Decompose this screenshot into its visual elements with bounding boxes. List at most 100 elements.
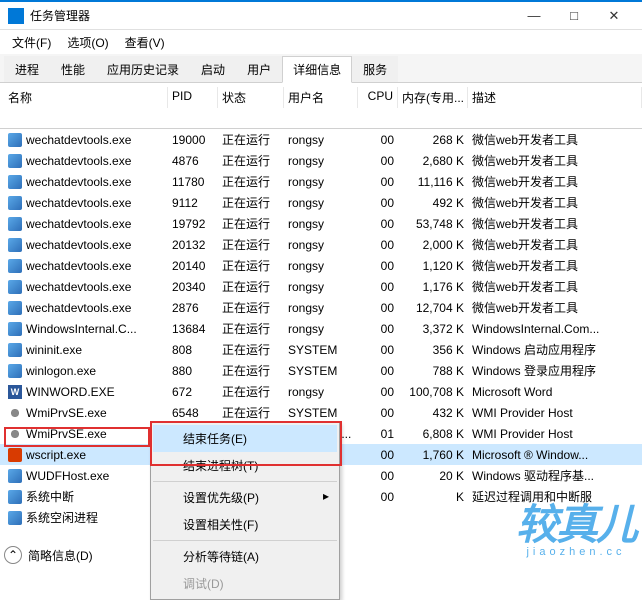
expand-icon[interactable]: ⌃: [4, 546, 22, 564]
process-name: winlogon.exe: [26, 364, 96, 378]
menu-priority[interactable]: 设置优先级(P)▸: [153, 484, 337, 511]
cell-pid: 13684: [168, 320, 218, 338]
brief-info-label[interactable]: 简略信息(D): [28, 547, 93, 564]
menu-view[interactable]: 查看(V): [117, 32, 173, 53]
cell-desc: 微信web开发者工具: [468, 171, 642, 192]
menu-file[interactable]: 文件(F): [4, 32, 59, 53]
cell-mem: K: [398, 488, 468, 506]
cell-mem: 1,176 K: [398, 278, 468, 296]
process-icon: [8, 406, 22, 420]
tab-4[interactable]: 用户: [236, 56, 282, 82]
process-name: wscript.exe: [26, 448, 86, 462]
table-row[interactable]: wechatdevtools.exe11780正在运行rongsy0011,11…: [0, 171, 642, 192]
window-title: 任务管理器: [30, 7, 514, 24]
cell-cpu: 00: [358, 383, 398, 401]
tab-3[interactable]: 启动: [190, 56, 236, 82]
cell-user: rongsy: [284, 173, 358, 191]
cell-mem: 356 K: [398, 341, 468, 359]
table-row[interactable]: wininit.exe808正在运行SYSTEM00356 KWindows 启…: [0, 339, 642, 360]
process-icon: [8, 217, 22, 231]
process-icon: [8, 343, 22, 357]
table-row[interactable]: wechatdevtools.exe4876正在运行rongsy002,680 …: [0, 150, 642, 171]
table-row[interactable]: wechatdevtools.exe19792正在运行rongsy0053,74…: [0, 213, 642, 234]
cell-user: rongsy: [284, 152, 358, 170]
cell-cpu: 00: [358, 299, 398, 317]
cell-mem: 6,808 K: [398, 425, 468, 443]
process-icon: [8, 154, 22, 168]
menubar: 文件(F) 选项(O) 查看(V): [0, 30, 642, 54]
col-name[interactable]: 名称: [0, 87, 168, 108]
cell-user: rongsy: [284, 194, 358, 212]
tab-5[interactable]: 详细信息: [282, 56, 352, 83]
cell-user: rongsy: [284, 215, 358, 233]
menu-separator: [153, 540, 337, 541]
cell-pid: 20340: [168, 278, 218, 296]
process-name: wechatdevtools.exe: [26, 154, 131, 168]
cell-cpu: 00: [358, 488, 398, 506]
table-row[interactable]: wechatdevtools.exe2876正在运行rongsy0012,704…: [0, 297, 642, 318]
cell-status: 正在运行: [218, 318, 284, 339]
cell-mem: 1,120 K: [398, 257, 468, 275]
process-name: wechatdevtools.exe: [26, 133, 131, 147]
col-user[interactable]: 用户名: [284, 87, 358, 108]
table-row[interactable]: wechatdevtools.exe9112正在运行rongsy00492 K微…: [0, 192, 642, 213]
cell-cpu: 00: [358, 341, 398, 359]
cell-status: 正在运行: [218, 213, 284, 234]
table-row[interactable]: WmiPrvSE.exe6548正在运行SYSTEM00432 KWMI Pro…: [0, 402, 642, 423]
cell-pid: 9112: [168, 194, 218, 212]
process-icon: [8, 280, 22, 294]
process-icon: [8, 238, 22, 252]
cell-pid: 672: [168, 383, 218, 401]
tab-0[interactable]: 进程: [4, 56, 50, 82]
menu-options[interactable]: 选项(O): [59, 32, 116, 53]
table-row[interactable]: WWINWORD.EXE672正在运行rongsy00100,708 KMicr…: [0, 381, 642, 402]
process-icon: [8, 511, 22, 525]
menu-end-task[interactable]: 结束任务(E): [153, 425, 337, 452]
menu-affinity[interactable]: 设置相关性(F): [153, 511, 337, 538]
cell-pid: 6548: [168, 404, 218, 422]
col-status[interactable]: 状态: [218, 87, 284, 108]
col-mem[interactable]: 内存(专用...: [398, 87, 468, 108]
cell-status: 正在运行: [218, 150, 284, 171]
process-icon: [8, 469, 22, 483]
maximize-button[interactable]: □: [554, 2, 594, 30]
minimize-button[interactable]: —: [514, 2, 554, 30]
menu-debug[interactable]: 调试(D): [153, 570, 337, 597]
cell-pid: 4876: [168, 152, 218, 170]
process-name: WINWORD.EXE: [26, 385, 115, 399]
table-row[interactable]: wechatdevtools.exe19000正在运行rongsy00268 K…: [0, 129, 642, 150]
cell-desc: 微信web开发者工具: [468, 276, 642, 297]
table-row[interactable]: wechatdevtools.exe20132正在运行rongsy002,000…: [0, 234, 642, 255]
cell-mem: 788 K: [398, 362, 468, 380]
tab-2[interactable]: 应用历史记录: [96, 56, 190, 82]
tab-1[interactable]: 性能: [50, 56, 96, 82]
cell-user: rongsy: [284, 320, 358, 338]
process-icon: W: [8, 385, 22, 399]
table-row[interactable]: WindowsInternal.C...13684正在运行rongsy003,3…: [0, 318, 642, 339]
cell-desc: Windows 启动应用程序: [468, 339, 642, 360]
cell-cpu: 00: [358, 320, 398, 338]
table-row[interactable]: winlogon.exe880正在运行SYSTEM00788 KWindows …: [0, 360, 642, 381]
cell-pid: 880: [168, 362, 218, 380]
cell-desc: WindowsInternal.Com...: [468, 320, 642, 338]
cell-pid: 20140: [168, 257, 218, 275]
table-row[interactable]: wechatdevtools.exe20340正在运行rongsy001,176…: [0, 276, 642, 297]
menu-end-tree[interactable]: 结束进程树(T): [153, 452, 337, 479]
col-pid[interactable]: PID: [168, 87, 218, 108]
grid-header: 名称 PID 状态 用户名 CPU 内存(专用... 描述: [0, 83, 642, 129]
process-icon: [8, 427, 22, 441]
cell-desc: 微信web开发者工具: [468, 234, 642, 255]
cell-cpu: 00: [358, 194, 398, 212]
cell-pid: 808: [168, 341, 218, 359]
col-desc[interactable]: 描述: [468, 87, 642, 108]
process-name: wechatdevtools.exe: [26, 259, 131, 273]
cell-desc: Microsoft Word: [468, 383, 642, 401]
cell-user: rongsy: [284, 236, 358, 254]
tab-6[interactable]: 服务: [352, 56, 398, 82]
col-cpu[interactable]: CPU: [358, 87, 398, 108]
close-button[interactable]: ✕: [594, 2, 634, 30]
process-name: wechatdevtools.exe: [26, 301, 131, 315]
table-row[interactable]: wechatdevtools.exe20140正在运行rongsy001,120…: [0, 255, 642, 276]
cell-cpu: 00: [358, 173, 398, 191]
cell-desc: Windows 登录应用程序: [468, 360, 642, 381]
